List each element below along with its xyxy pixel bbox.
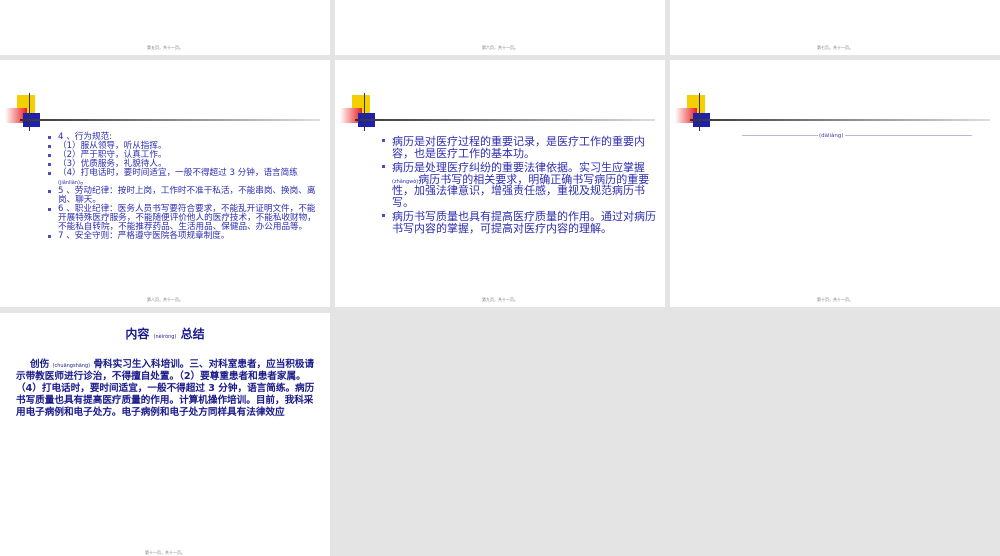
bullet-list: 病历是对医疗过程的重要记录，是医疗工作的重要内容，也是医疗工作的基本功。 病历是… xyxy=(382,136,662,234)
slide-thumbnail-11[interactable]: 内容 (nèiróng) 总结 创伤 (chuāngshāng) 骨科实习生入科… xyxy=(0,313,330,556)
list-item: 病历是对医疗过程的重要记录，是医疗工作的重要内容，也是医疗工作的基本功。 xyxy=(382,136,662,159)
page-footer: 第八页，共十一页。 xyxy=(147,297,183,302)
slide-decoration xyxy=(340,93,655,135)
page-footer: 第六页，共十一页。 xyxy=(482,45,518,50)
list-item: 7 、安全守则：严格遵守医院各项规章制度。 xyxy=(48,232,323,241)
page-footer: 第十页，共十一页。 xyxy=(817,297,853,302)
slide-body: 创伤 (chuāngshāng) 骨科实习生入科培训。三、对科室患者，应当积极请… xyxy=(16,359,315,418)
list-item: 病历是处理医疗纠纷的重要法律依据。实习生应掌握(zhǎngwò)病历书写的相关要… xyxy=(382,162,662,208)
page-footer: 第七页，共十一页。 xyxy=(817,45,853,50)
slide-thumbnail-8[interactable]: 4 、行为规范: （1）服从领导，听从指挥。 （2）严于职守，认真工作。 （3）… xyxy=(0,60,330,307)
list-item: （4）打电话时，要时间适宜，一般不得超过 3 分钟，语言简练(jiǎnliàn)… xyxy=(48,169,323,187)
slide-thumbnail-6[interactable]: 第六页，共十一页。 xyxy=(335,0,665,55)
slide-thumbnail-9[interactable]: 病历是对医疗过程的重要记录，是医疗工作的重要内容，也是医疗工作的基本功。 病历是… xyxy=(335,60,665,307)
slide-thumbnail-7[interactable]: 第七页，共十一页。 xyxy=(670,0,1000,55)
list-item: 5 、劳动纪律：按时上岗，工作时不准干私活，不能串岗、换岗、离岗、聊天。 xyxy=(48,187,323,205)
slide-thumbnail-10[interactable]: (dàliàng) 第十页，共十一页。 xyxy=(670,60,1000,307)
page-footer: 第五页，共十一页。 xyxy=(147,45,183,50)
page-footer: 第九页，共十一页。 xyxy=(482,297,518,302)
list-item: 病历书写质量也具有提高医疗质量的作用。通过对病历书写内容的掌握，可提高对医疗内容… xyxy=(382,211,662,234)
page-footer: 第十一页，共十一页。 xyxy=(145,550,185,555)
slide-title: 内容 (nèiróng) 总结 xyxy=(125,327,205,341)
list-item: 6 、职业纪律：医务人员书写要符合要求，不能乱开证明文件，不能开展特殊医疗服务，… xyxy=(48,205,323,232)
slide-thumbnail-5[interactable]: 第五页，共十一页。 xyxy=(0,0,330,55)
bullet-list: 4 、行为规范: （1）服从领导，听从指挥。 （2）严于职守，认真工作。 （3）… xyxy=(48,132,323,241)
tiny-text: (dàliàng) xyxy=(818,133,845,139)
slide-decoration xyxy=(5,93,320,135)
slide-decoration xyxy=(675,93,990,135)
